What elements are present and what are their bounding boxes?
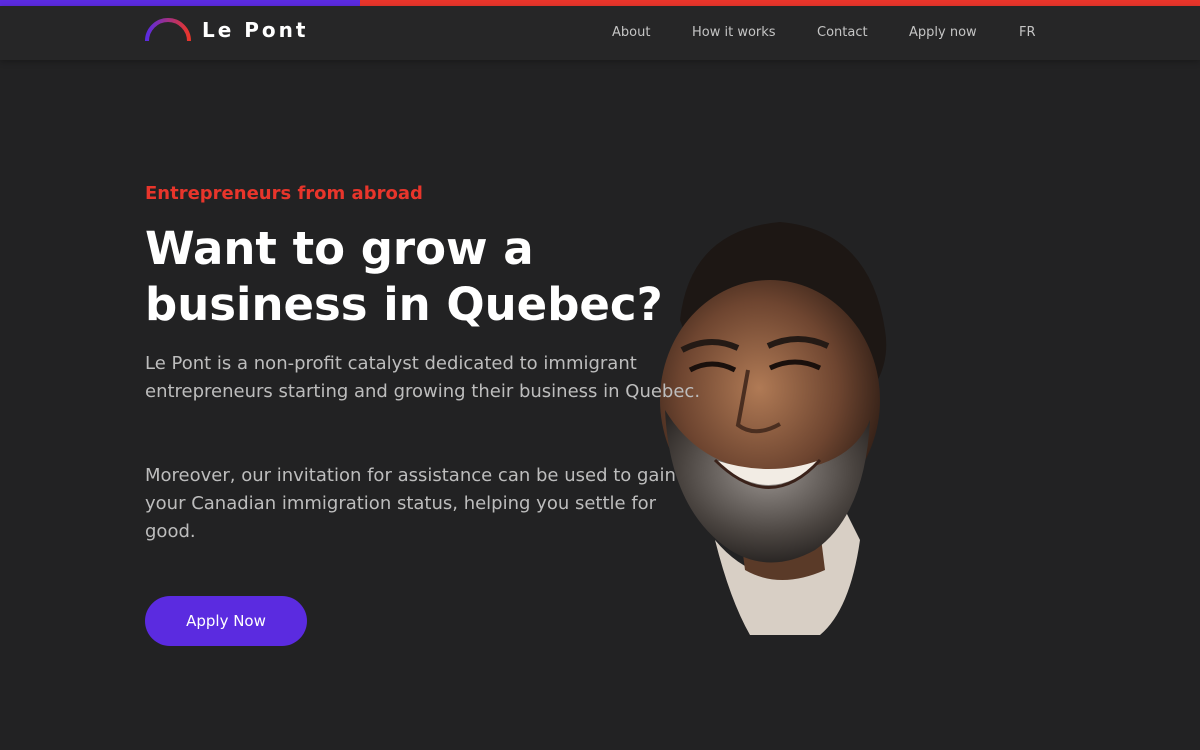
nav-language-fr[interactable]: FR [1019,25,1036,40]
hero-paragraph-1: Le Pont is a non-profit catalyst dedicat… [145,353,701,402]
apply-now-button[interactable]: Apply Now [145,596,307,646]
nav-apply-now[interactable]: Apply now [909,25,977,40]
site-header: Le Pont About How it works Contact Apply… [0,6,1200,60]
main-nav: About How it works Contact Apply now FR [0,25,1200,45]
hero-headline: Want to grow a business in Quebec? [145,222,663,331]
nav-about[interactable]: About [612,25,650,40]
nav-how-it-works[interactable]: How it works [692,25,776,40]
hero-eyebrow: Entrepreneurs from abroad [145,183,423,204]
hero-paragraph-2: Moreover, our invitation for assistance … [145,465,676,542]
nav-contact[interactable]: Contact [817,25,868,40]
